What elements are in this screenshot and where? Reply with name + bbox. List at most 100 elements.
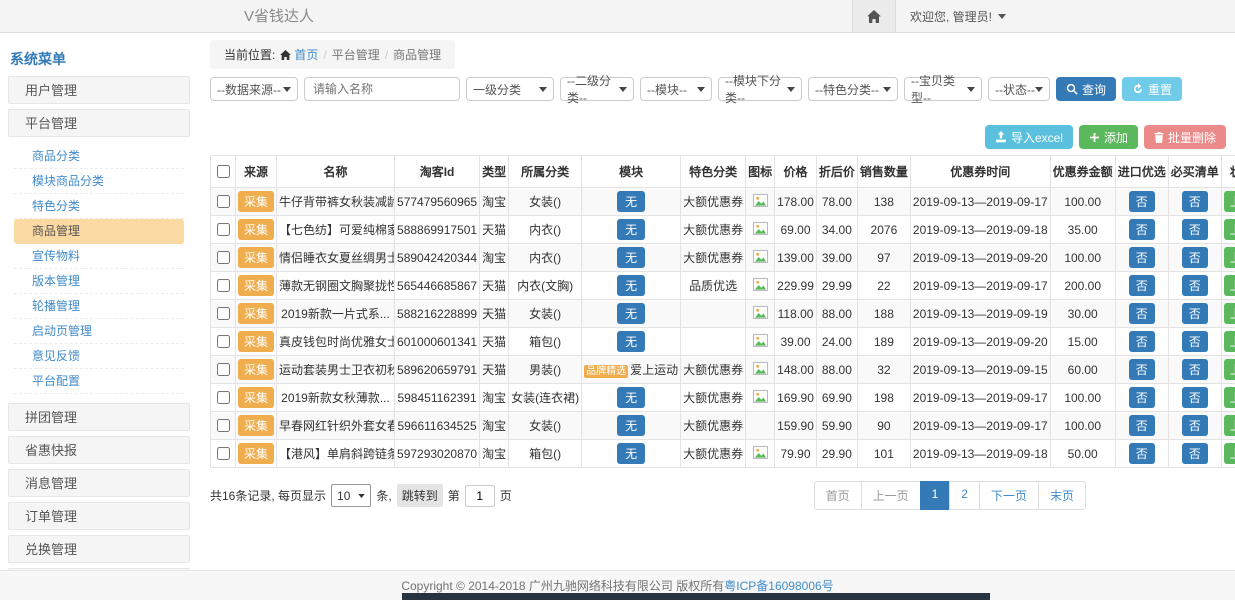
sidebar-item[interactable]: 意见反馈 [14,344,184,369]
row-checkbox[interactable] [217,447,230,460]
module-none-badge[interactable]: 无 [617,275,645,296]
sidebar-item[interactable]: 轮播管理 [14,294,184,319]
status-button[interactable]: 上架 [1224,275,1235,296]
row-checkbox[interactable] [217,419,230,432]
status-button[interactable]: 上架 [1224,247,1235,268]
must-buy-toggle[interactable]: 否 [1182,303,1208,324]
status-button[interactable]: 上架 [1224,387,1235,408]
import-select-toggle[interactable]: 否 [1129,191,1155,212]
data-source-select[interactable]: --数据来源-- [210,77,298,101]
status-button[interactable]: 上架 [1224,191,1235,212]
pagination: 共16条记录, 每页显示 10 条, 跳转到 第 页 首页上一页12下一页末页 [210,481,1226,510]
sidebar-item[interactable]: 宣传物料 [14,244,184,269]
module-none-badge[interactable]: 无 [617,219,645,240]
must-buy-toggle[interactable]: 否 [1182,275,1208,296]
row-checkbox[interactable] [217,195,230,208]
row-checkbox[interactable] [217,363,230,376]
sidebar-section-header[interactable]: 消息管理 [8,469,190,497]
module-none-badge[interactable]: 无 [617,303,645,324]
row-checkbox[interactable] [217,335,230,348]
import-select-toggle[interactable]: 否 [1129,303,1155,324]
jump-button[interactable]: 跳转到 [397,484,443,507]
page-button[interactable]: 1 [920,481,951,510]
search-button[interactable]: 查询 [1056,77,1116,101]
module-none-badge[interactable]: 无 [617,415,645,436]
status-button[interactable]: 上架 [1224,331,1235,352]
sidebar-section-header[interactable]: 拼团管理 [8,403,190,431]
must-buy-toggle[interactable]: 否 [1182,415,1208,436]
source-cell: 采集 [236,188,277,216]
must-buy-toggle[interactable]: 否 [1182,247,1208,268]
must-buy-toggle[interactable]: 否 [1182,191,1208,212]
row-checkbox[interactable] [217,223,230,236]
module-subcategory-select[interactable]: --模块下分类-- [718,77,802,101]
import-excel-button[interactable]: 导入excel [985,125,1073,149]
status-select[interactable]: --状态-- [988,77,1050,101]
must-buy-toggle[interactable]: 否 [1182,359,1208,380]
feature-category-select[interactable]: --特色分类-- [808,77,898,101]
sidebar-item[interactable]: 商品管理 [14,219,184,244]
page-button[interactable]: 首页 [814,481,862,510]
item-type-select[interactable]: --宝贝类型-- [904,77,982,101]
page-button[interactable]: 2 [949,481,980,510]
must-buy-toggle[interactable]: 否 [1182,331,1208,352]
select-all-checkbox[interactable] [217,165,230,178]
type-cell: 天猫 [480,300,509,328]
import-select-toggle[interactable]: 否 [1129,247,1155,268]
page-button[interactable]: 上一页 [861,481,921,510]
page-button[interactable]: 下一页 [979,481,1039,510]
module-none-badge[interactable]: 无 [617,191,645,212]
home-button[interactable] [852,0,896,32]
per-page-select[interactable]: 10 [331,484,371,507]
sidebar-item[interactable]: 特色分类 [14,194,184,219]
add-button[interactable]: 添加 [1079,125,1138,149]
sidebar-section-header[interactable]: 兑换管理 [8,535,190,563]
row-checkbox[interactable] [217,251,230,264]
module-none-badge[interactable]: 无 [617,331,645,352]
status-button[interactable]: 上架 [1224,303,1235,324]
level1-category-select[interactable]: 一级分类 [466,77,554,101]
price-cell: 148.00 [775,356,817,384]
import-select-toggle[interactable]: 否 [1129,331,1155,352]
sidebar-section-header[interactable]: 平台管理 [8,109,190,137]
row-checkbox[interactable] [217,307,230,320]
batch-delete-button[interactable]: 批量删除 [1144,125,1226,149]
user-menu[interactable]: 欢迎您, 管理员! [896,0,1006,32]
status-button[interactable]: 上架 [1224,415,1235,436]
sidebar-section-header[interactable]: 省惠快报 [8,436,190,464]
sidebar-item[interactable]: 商品分类 [14,144,184,169]
name-search-input[interactable] [304,77,460,101]
level2-category-select[interactable]: --二级分类-- [560,77,634,101]
import-select-toggle[interactable]: 否 [1129,415,1155,436]
row-checkbox[interactable] [217,391,230,404]
import-select-toggle[interactable]: 否 [1129,359,1155,380]
module-none-badge[interactable]: 无 [617,443,645,464]
must-buy-toggle[interactable]: 否 [1182,219,1208,240]
breadcrumb-home-link[interactable]: 首页 [280,46,318,63]
import-select-toggle[interactable]: 否 [1129,387,1155,408]
page-button[interactable]: 末页 [1038,481,1086,510]
sidebar-section-header[interactable]: 用户管理 [8,76,190,104]
import-select-toggle[interactable]: 否 [1129,219,1155,240]
sidebar-section-header[interactable]: 订单管理 [8,502,190,530]
sidebar-item[interactable]: 版本管理 [14,269,184,294]
must-buy-toggle[interactable]: 否 [1182,387,1208,408]
reset-button[interactable]: 重置 [1122,77,1182,101]
sidebar-item[interactable]: 平台配置 [14,369,184,394]
module-none-badge[interactable]: 无 [617,247,645,268]
status-button[interactable]: 上架 [1224,359,1235,380]
import-select-toggle[interactable]: 否 [1129,443,1155,464]
sidebar-item[interactable]: 模块商品分类 [14,169,184,194]
module-select[interactable]: --模块-- [640,77,712,101]
sidebar-item[interactable]: 启动页管理 [14,319,184,344]
status-button[interactable]: 上架 [1224,219,1235,240]
sales-cell: 188 [857,300,910,328]
discount-price-cell: 59.90 [816,412,857,440]
status-button[interactable]: 上架 [1224,443,1235,464]
icp-link[interactable]: 粤ICP备16098006号 [724,577,833,594]
must-buy-toggle[interactable]: 否 [1182,443,1208,464]
row-checkbox[interactable] [217,279,230,292]
import-select-toggle[interactable]: 否 [1129,275,1155,296]
jump-page-input[interactable] [465,485,495,507]
module-none-badge[interactable]: 无 [617,387,645,408]
